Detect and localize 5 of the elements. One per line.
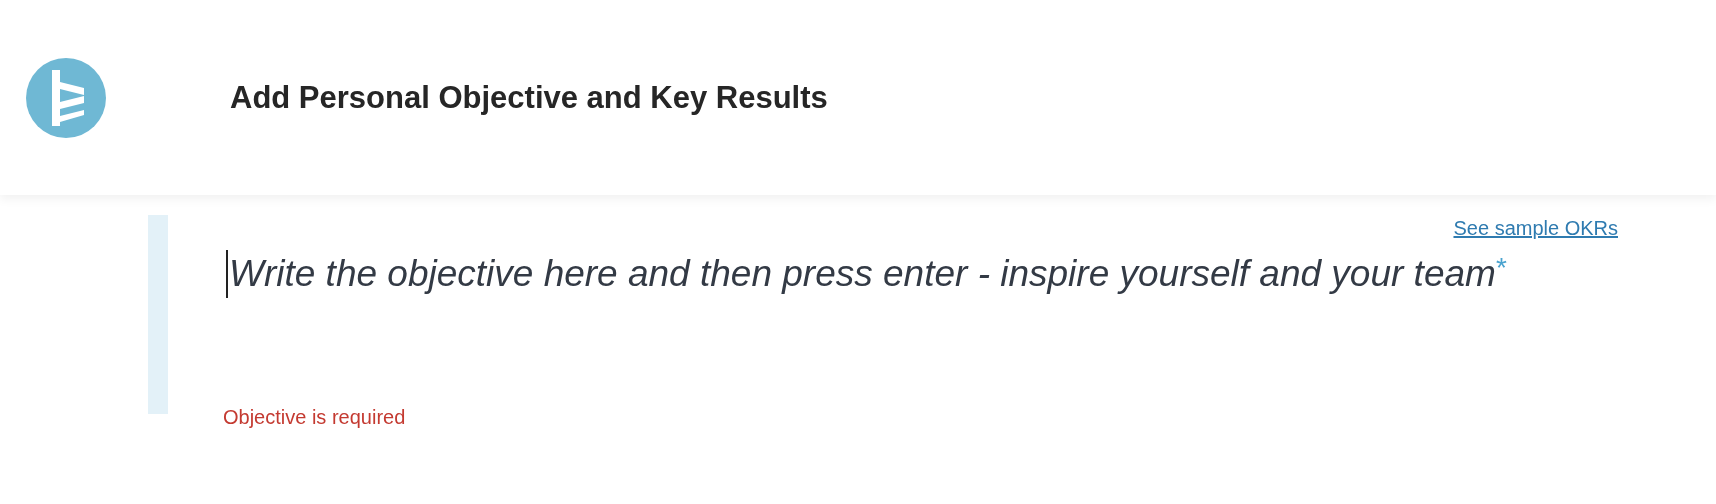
sample-okrs-link[interactable]: See sample OKRs bbox=[1453, 217, 1618, 240]
objective-input-field[interactable]: Write the objective here and then press enter - inspire yourself and your team* bbox=[226, 250, 1507, 298]
page-title: Add Personal Objective and Key Results bbox=[230, 79, 828, 116]
logo-icon bbox=[26, 57, 106, 138]
error-message: Objective is required bbox=[223, 406, 406, 429]
